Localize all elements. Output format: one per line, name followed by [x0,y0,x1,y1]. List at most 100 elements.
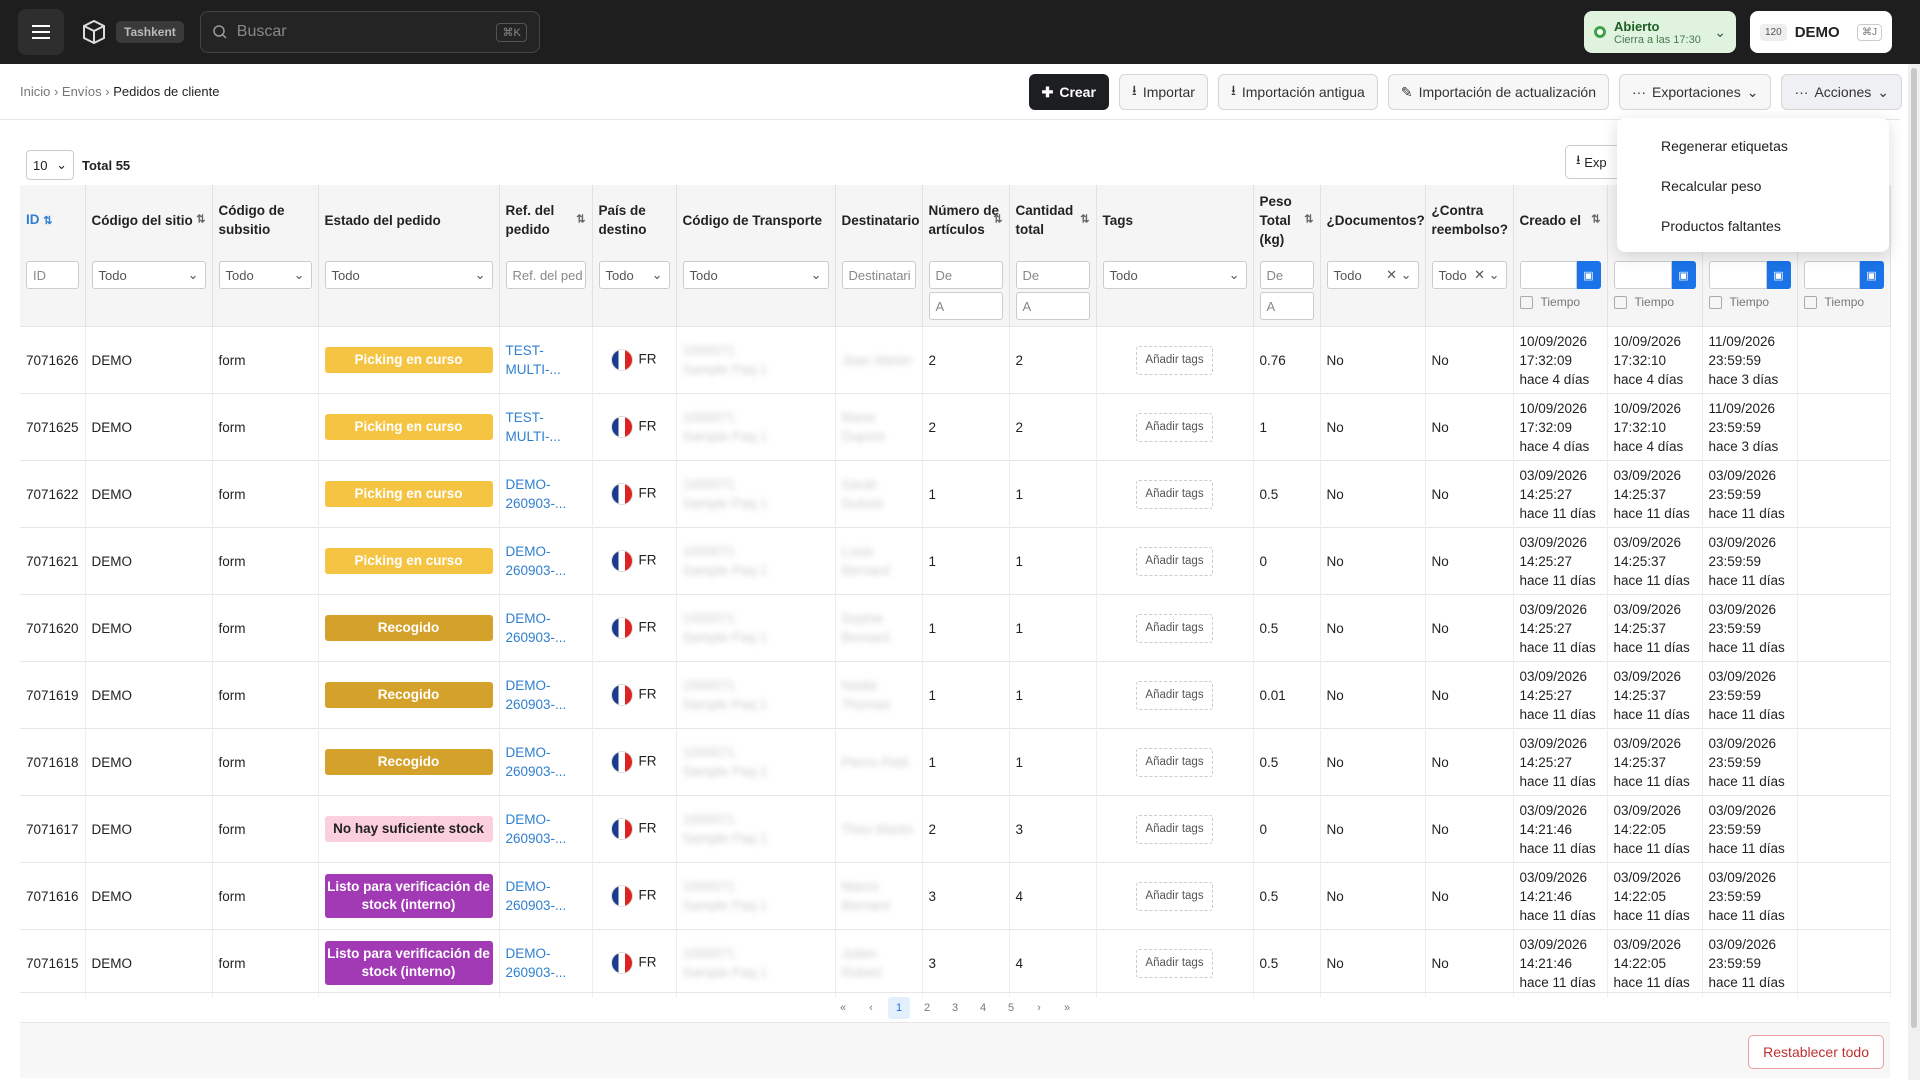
order-ref-link[interactable]: TEST- MULTI-... [506,410,561,444]
create-button[interactable]: ✚ Crear [1028,74,1109,110]
col-weight[interactable]: Peso Total (kg) ⇅ [1253,185,1321,255]
col-id[interactable]: ID ⇅ [20,185,86,255]
menu-button[interactable] [18,9,64,55]
order-ref-link[interactable]: DEMO- 260903-... [506,678,567,712]
col-created[interactable]: Creado el ⇅ [1513,185,1608,255]
import-update-button[interactable]: ✎ Importación de actualización [1387,74,1609,110]
table-row[interactable]: 7071615 DEMO form Listo para verificación d… [20,929,1891,997]
search-input[interactable]: Buscar ⌘K [199,11,540,53]
table-row[interactable]: 7071620 DEMO form Recogido DEMO- 260903-... FR… [20,594,1891,662]
time-checkbox[interactable]: Tiempo [1803,295,1884,309]
order-ref-link[interactable]: DEMO- 260903-... [506,745,567,779]
filter-date-3[interactable]: ▣ [1708,261,1791,289]
table-row[interactable]: 7071625 DEMO form Picking en curso TEST- MULT… [20,393,1891,461]
page-button-4[interactable]: 4 [972,997,994,1019]
table-row[interactable]: 7071619 DEMO form Recogido DEMO- 260903-... FR… [20,661,1891,729]
menu-item-missing-products[interactable]: Productos faltantes [1617,206,1889,246]
reset-all-button[interactable]: Restablecer todo [1748,1035,1884,1069]
col-country[interactable]: País de destino [592,185,677,255]
col-tags[interactable]: Tags [1096,185,1254,255]
col-docs[interactable]: ¿Documentos? [1320,185,1426,255]
order-ref-link[interactable]: DEMO- 260903-... [506,611,567,645]
filter-state-select[interactable]: Todo ⌄ [324,261,493,289]
add-tags-button[interactable]: Añadir tags [1136,814,1213,844]
col-cod[interactable]: ¿Contra reembolso? [1425,185,1514,255]
location-badge[interactable]: Tashkent [116,21,184,43]
import-button[interactable]: ⭳ Importar [1118,74,1208,110]
menu-item-regenerate-labels[interactable]: Regenerar etiquetas [1617,126,1889,166]
menu-item-recalculate-weight[interactable]: Recalcular peso [1617,166,1889,206]
last-page-button[interactable]: » [1056,997,1078,1019]
filter-date-2[interactable]: ▣ [1613,261,1696,289]
filter-weight-from[interactable]: De [1259,261,1314,289]
table-row[interactable]: 7071616 DEMO form Listo para verificación d… [20,862,1891,930]
next-page-button[interactable]: › [1028,997,1050,1019]
first-page-button[interactable]: « [832,997,854,1019]
filter-cod-select[interactable]: Todo ✕ ⌄ [1431,261,1507,289]
col-items[interactable]: Número de artículos ⇅ [922,185,1010,255]
calendar-icon[interactable]: ▣ [1859,261,1884,289]
time-checkbox[interactable]: Tiempo [1708,295,1791,309]
add-tags-button[interactable]: Añadir tags [1136,948,1213,978]
filter-site-select[interactable]: Todo ⌄ [91,261,206,289]
time-checkbox[interactable]: Tiempo [1613,295,1696,309]
col-carrier[interactable]: Código de Transporte [676,185,836,255]
page-scrollbar[interactable] [1908,64,1920,1080]
filter-items-from[interactable]: De [928,261,1003,289]
add-tags-button[interactable]: Añadir tags [1136,479,1213,509]
filter-qty-to[interactable]: A [1015,292,1090,320]
exports-button[interactable]: ··· Exportaciones ⌄ [1619,74,1772,110]
col-qty[interactable]: Cantidad total ⇅ [1009,185,1097,255]
page-button-1[interactable]: 1 [888,996,910,1019]
table-row[interactable]: 7071617 DEMO form No hay suficiente stock DE… [20,795,1891,863]
filter-id-input[interactable]: ID [26,261,79,289]
add-tags-button[interactable]: Añadir tags [1136,613,1213,643]
filter-ref-input[interactable]: Ref. del ped [505,261,586,289]
import-old-button[interactable]: ⭳ Importación antigua [1217,74,1378,110]
filter-carrier-select[interactable]: Todo ⌄ [682,261,829,289]
col-subsite[interactable]: Código de subsitio [212,185,319,255]
filter-recipient-input[interactable]: Destinatari [841,261,916,289]
col-recipient[interactable]: Destinatario [835,185,923,255]
time-checkbox[interactable]: Tiempo [1519,295,1601,309]
order-ref-link[interactable]: DEMO- 260903-... [506,879,567,913]
page-button-3[interactable]: 3 [944,997,966,1019]
actions-button[interactable]: ··· Acciones ⌄ [1781,74,1902,110]
order-ref-link[interactable]: DEMO- 260903-... [506,812,567,846]
order-ref-link[interactable]: DEMO- 260903-... [506,544,567,578]
calendar-icon[interactable]: ▣ [1671,261,1696,289]
table-row[interactable]: 7071626 DEMO form Picking en curso TEST- MULT… [20,326,1891,394]
filter-tags-select[interactable]: Todo ⌄ [1102,261,1247,289]
filter-qty-from[interactable]: De [1015,261,1090,289]
filter-weight-to[interactable]: A [1259,292,1314,320]
col-site[interactable]: Código del sitio ⇅ [85,185,213,255]
calendar-icon[interactable]: ▣ [1576,261,1601,289]
filter-docs-select[interactable]: Todo ✕ ⌄ [1326,261,1419,289]
filter-items-to[interactable]: A [928,292,1003,320]
breadcrumb-section[interactable]: Envíos [62,84,102,99]
table-row[interactable]: 7071622 DEMO form Picking en curso DEMO- 2609… [20,460,1891,528]
add-tags-button[interactable]: Añadir tags [1136,546,1213,576]
page-size-select[interactable]: 10 ⌄ [26,150,74,180]
calendar-icon[interactable]: ▣ [1766,261,1791,289]
page-button-2[interactable]: 2 [916,997,938,1019]
prev-page-button[interactable]: ‹ [860,997,882,1019]
add-tags-button[interactable]: Añadir tags [1136,345,1213,375]
col-ref[interactable]: Ref. del pedido ⇅ [499,185,593,255]
add-tags-button[interactable]: Añadir tags [1136,881,1213,911]
add-tags-button[interactable]: Añadir tags [1136,747,1213,777]
order-ref-link[interactable]: DEMO- 260903-... [506,477,567,511]
order-ref-link[interactable]: DEMO- 260903-... [506,946,567,980]
scrollbar-thumb[interactable] [1911,68,1917,1028]
store-status-dropdown[interactable]: Abierto Cierra a las 17:30 ⌄ [1584,11,1736,53]
filter-created-date[interactable]: ▣ [1519,261,1601,289]
filter-date-4[interactable]: ▣ [1803,261,1884,289]
breadcrumb-home[interactable]: Inicio [20,84,50,99]
add-tags-button[interactable]: Añadir tags [1136,680,1213,710]
add-tags-button[interactable]: Añadir tags [1136,412,1213,442]
order-ref-link[interactable]: TEST- MULTI-... [506,343,561,377]
table-row[interactable]: 7071618 DEMO form Recogido DEMO- 260903-... FR… [20,728,1891,796]
table-row[interactable]: 7071621 DEMO form Picking en curso DEMO- 2609… [20,527,1891,595]
filter-subsite-select[interactable]: Todo ⌄ [218,261,312,289]
col-state[interactable]: Estado del pedido [318,185,500,255]
